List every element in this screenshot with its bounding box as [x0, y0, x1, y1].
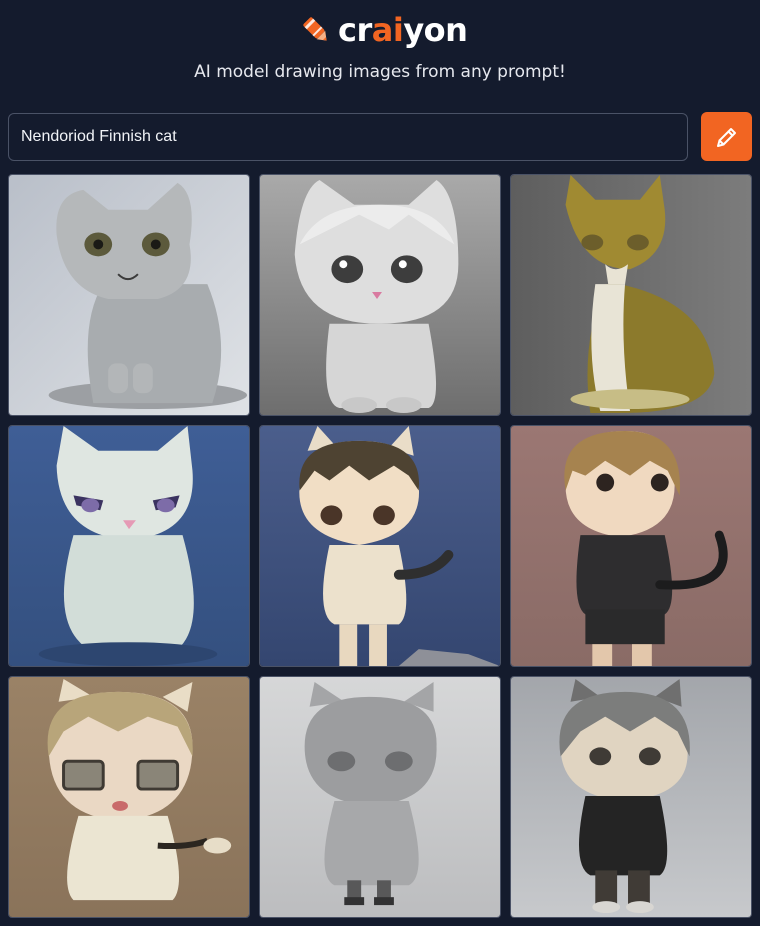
image-8-art: [260, 677, 500, 917]
image-3-art: [511, 175, 751, 415]
generated-image-9[interactable]: [510, 676, 752, 918]
pencil-icon: [716, 127, 736, 147]
image-4-art: [9, 426, 249, 666]
image-grid: [8, 174, 752, 918]
logo-suffix: yon: [403, 11, 468, 49]
logo-wordmark: craiyon: [338, 10, 468, 50]
generated-image-1[interactable]: [8, 174, 250, 416]
image-5-art: [260, 426, 500, 666]
generated-image-4[interactable]: [8, 425, 250, 667]
generated-image-5[interactable]: [259, 425, 501, 667]
craiyon-logo[interactable]: craiyon: [298, 10, 468, 50]
prompt-input[interactable]: [8, 113, 688, 161]
generated-image-2[interactable]: [259, 174, 501, 416]
generated-image-7[interactable]: [8, 676, 250, 918]
image-6-art: [511, 426, 751, 666]
image-9-art: [511, 677, 751, 917]
crayon-logo-icon: [303, 17, 327, 41]
draw-button[interactable]: [701, 112, 752, 161]
generated-image-6[interactable]: [510, 425, 752, 667]
generated-image-8[interactable]: [259, 676, 501, 918]
image-7-art: [9, 677, 249, 917]
image-1-art: [9, 175, 249, 415]
image-2-art: [260, 175, 500, 415]
app-header: craiyon AI model drawing images from any…: [0, 0, 760, 100]
logo-highlight: ai: [371, 11, 404, 49]
tagline: AI model drawing images from any prompt!: [194, 62, 566, 82]
logo-prefix: cr: [338, 11, 372, 49]
generated-image-3[interactable]: [510, 174, 752, 416]
